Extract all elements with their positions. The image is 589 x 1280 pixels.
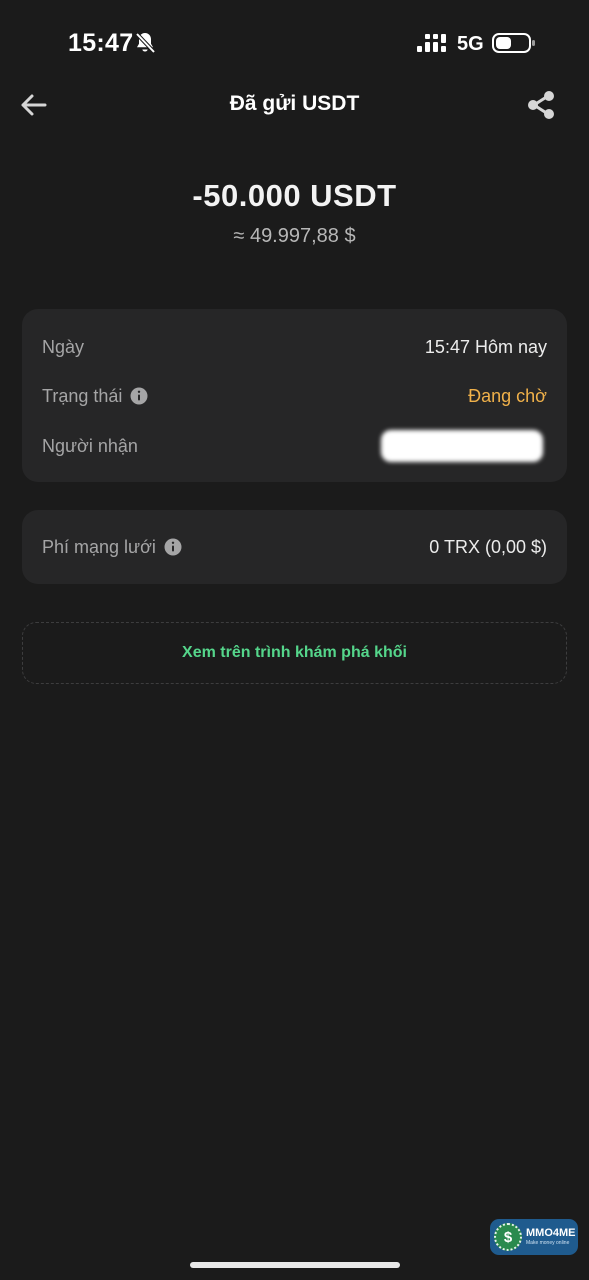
explorer-link-label: Xem trên trình khám phá khối: [182, 644, 407, 661]
date-label: Ngày: [42, 336, 85, 357]
recipient-address-redacted: [377, 428, 547, 464]
view-on-block-explorer-button[interactable]: Xem trên trình khám phá khối: [22, 622, 567, 684]
status-label: Trạng thái: [42, 385, 123, 406]
recipient-label: Người nhận: [42, 435, 138, 456]
date-value: 15:47 Hôm nay: [424, 336, 547, 357]
bell-slash-icon: [135, 32, 156, 54]
info-icon[interactable]: [130, 387, 148, 405]
detail-row-status: Trạng thái Đang chờ: [42, 382, 547, 410]
watermark-tagline: Make money online: [526, 1240, 570, 1246]
status-bar: 15:47 5G: [0, 0, 589, 88]
detail-row-fee: Phí mạng lưới 0 TRX (0,00 $): [42, 533, 547, 561]
signal-icon: [417, 34, 446, 52]
transaction-details-card: Ngày 15:47 Hôm nay Trạng thái Đang chờ N…: [22, 309, 567, 482]
battery-icon: [492, 33, 535, 53]
status-time: 15:47: [68, 29, 134, 57]
fee-label: Phí mạng lưới: [42, 536, 156, 557]
watermark-logo: $ MMO4ME Make money online: [490, 1219, 578, 1255]
info-icon[interactable]: [164, 538, 182, 556]
top-app-bar: Đã gửi USDT: [0, 78, 589, 132]
fee-value: 0 TRX (0,00 $): [429, 536, 547, 557]
transaction-amount: -50.000 USDT: [192, 178, 397, 213]
share-icon[interactable]: [524, 88, 558, 122]
fiat-equivalent: ≈ 49.997,88 $: [233, 225, 356, 247]
page-title: Đã gửi USDT: [229, 92, 360, 115]
watermark-name: MMO4ME: [526, 1227, 576, 1239]
dollar-coin-icon: $: [494, 1223, 522, 1251]
status-value: Đang chờ: [468, 385, 547, 406]
network-label: 5G: [457, 33, 484, 55]
transaction-detail-screen: 15:47 5G Đã gửi USDT -50.000 USDT ≈ 49.9…: [0, 0, 589, 1280]
detail-row-recipient: Người nhận: [42, 430, 547, 462]
network-fee-card: Phí mạng lưới 0 TRX (0,00 $): [22, 510, 567, 584]
detail-row-date: Ngày 15:47 Hôm nay: [42, 333, 547, 361]
home-indicator[interactable]: [190, 1262, 400, 1268]
